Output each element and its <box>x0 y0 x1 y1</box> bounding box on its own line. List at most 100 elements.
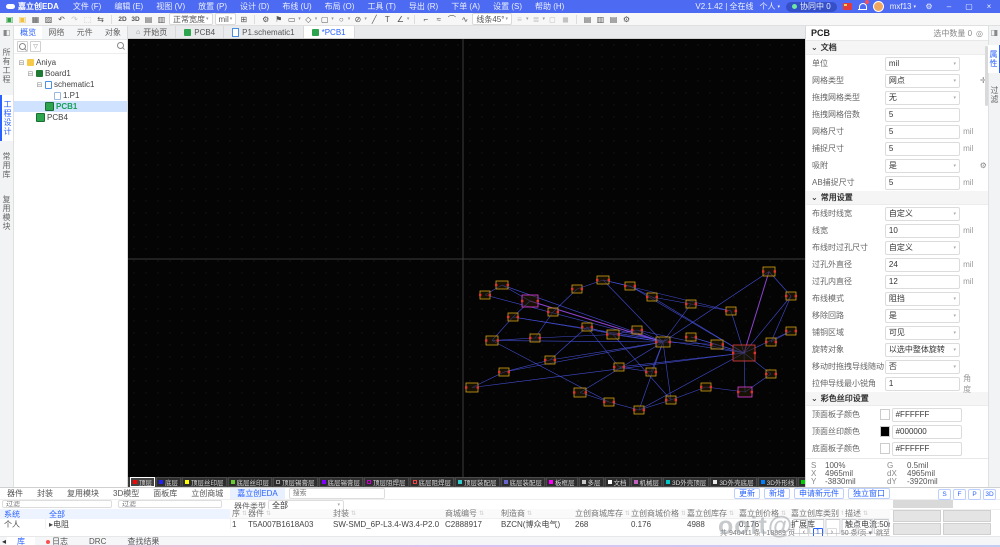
route-diff-button[interactable]: ≈ <box>433 14 444 25</box>
tree-expander-icon[interactable]: ⊟ <box>27 70 34 78</box>
roundrect-tool-button[interactable]: ▢ <box>319 14 330 25</box>
property-select[interactable]: 自定义▾ <box>885 207 960 221</box>
color-swatch[interactable] <box>880 426 890 437</box>
rect-tool-button[interactable]: ▭ <box>286 14 297 25</box>
symbol-preview[interactable] <box>893 510 941 522</box>
menu-route[interactable]: 布线 (U) <box>276 1 317 12</box>
column-header-立创商城库存[interactable]: 立创商城库存⇅ <box>573 509 629 518</box>
property-select[interactable]: 否▾ <box>885 360 960 374</box>
property-input[interactable]: 1 <box>885 377 960 391</box>
layer-底层装配层[interactable]: 底层装配层 <box>501 477 546 487</box>
line-tool-button[interactable]: ╱ <box>369 14 380 25</box>
tree-item-1.p1[interactable]: 1.P1 <box>14 90 127 101</box>
layer-板框层[interactable]: 板框层 <box>546 477 578 487</box>
app-logo[interactable]: 嘉立创EDA <box>0 1 67 12</box>
menu-view[interactable]: 视图 (V) <box>150 1 191 12</box>
ui-settings-button[interactable]: ⚙ <box>621 14 632 25</box>
class-电阻[interactable]: ▸ 电阻 <box>45 519 230 529</box>
layer-顶层丝印层[interactable]: 顶层丝印层 <box>182 477 227 487</box>
minimize-button[interactable]: – <box>942 2 956 11</box>
lcsc-mall-icon[interactable] <box>843 3 852 10</box>
library-tab-器件[interactable]: 器件 <box>0 488 30 499</box>
column-header-制造商[interactable]: 制造商⇅ <box>499 509 573 518</box>
pin-icon[interactable]: ◎ <box>976 29 983 38</box>
dimension-tool-button-dropdown[interactable]: ▾ <box>407 16 410 22</box>
menu-file[interactable]: 文件 (F) <box>67 1 107 12</box>
board-preview-button[interactable]: ▤ <box>143 14 154 25</box>
view-2d-button[interactable]: 2D <box>117 14 128 25</box>
align-button[interactable]: ≡ <box>514 14 525 25</box>
source-个人[interactable]: 个人 <box>0 519 45 529</box>
panel-bottom-toggle[interactable]: ▥ <box>595 14 606 25</box>
sort-icon[interactable]: ⇅ <box>351 510 356 517</box>
dock-button-独立窗口[interactable]: 独立窗口 <box>848 488 890 499</box>
tab-开始页[interactable]: ⌂开始页 <box>128 26 176 38</box>
property-select[interactable]: 网点▾ <box>885 74 960 88</box>
property-select[interactable]: mil▾ <box>885 57 960 71</box>
property-gutter-icon[interactable]: ⚙ <box>978 161 988 170</box>
roundrect-tool-button-dropdown[interactable]: ▾ <box>331 16 334 22</box>
tree-item-board1[interactable]: ⊟Board1 <box>14 68 127 79</box>
unlock-button[interactable]: ◼ <box>560 14 571 25</box>
layer-底层锡膏层[interactable]: 底层锡膏层 <box>319 477 364 487</box>
layer-底层阻焊层[interactable]: 底层阻焊层 <box>410 477 455 487</box>
property-select[interactable]: 是▾ <box>885 309 960 323</box>
menu-layout[interactable]: 布局 (O) <box>319 1 361 12</box>
column-header-封装[interactable]: 封装⇅ <box>331 509 443 518</box>
left-rail-常用库[interactable]: 常用库 <box>1 147 12 184</box>
menu-export[interactable]: 导出 (R) <box>403 1 444 12</box>
tree-item-aniya[interactable]: ⊟Aniya <box>14 57 127 68</box>
menu-settings[interactable]: 设置 (S) <box>487 1 528 12</box>
new-button[interactable]: ▣ <box>4 14 15 25</box>
sort-icon[interactable]: ⇅ <box>266 510 271 517</box>
property-select[interactable]: 可见▾ <box>885 326 960 340</box>
sort-icon[interactable]: ⇅ <box>527 510 532 517</box>
search-icon[interactable] <box>17 41 28 52</box>
wire-angle-select[interactable]: 线条45°▾ <box>472 13 512 25</box>
circle-tool-button[interactable]: ○ <box>336 14 347 25</box>
column-header-嘉立创价格[interactable]: 嘉立创价格⇅ <box>737 509 789 518</box>
property-input[interactable]: 5 <box>885 125 960 139</box>
tree-item-schematic1[interactable]: ⊟schematic1 <box>14 79 127 90</box>
menu-design[interactable]: 设计 (D) <box>234 1 275 12</box>
property-input[interactable]: 24 <box>885 258 960 272</box>
collapse-left-panel-icon[interactable]: ◧ <box>3 28 11 37</box>
section-常用设置[interactable]: ⌄常用设置 <box>806 191 988 205</box>
section-文档[interactable]: ⌄文档 <box>806 41 988 55</box>
layer-3D外壳底层[interactable]: 3D外壳底层 <box>710 477 756 487</box>
edition-select[interactable]: 个人▾ <box>760 1 781 12</box>
view-3d-button[interactable]: 3D <box>130 14 141 25</box>
titlebar-settings-gear-icon[interactable]: ⚙ <box>922 2 936 11</box>
class-全部[interactable]: 全部 <box>45 509 230 519</box>
restore-button[interactable]: ▢ <box>962 2 976 11</box>
dock-button-新增[interactable]: 新增 <box>764 488 790 499</box>
library-tab-封装[interactable]: 封装 <box>30 488 60 499</box>
align-button-dropdown[interactable]: ▾ <box>526 16 529 22</box>
polygon-tool-button[interactable]: ◇ <box>303 14 314 25</box>
distribute-button[interactable]: ≣ <box>530 14 541 25</box>
project-tab-对象[interactable]: 对象 <box>99 26 127 39</box>
close-button[interactable]: × <box>982 2 996 11</box>
property-input[interactable]: 5 <box>885 176 960 190</box>
search-icon-right[interactable] <box>117 42 124 51</box>
property-select[interactable]: 阻挡▾ <box>885 292 960 306</box>
property-input[interactable]: 12 <box>885 275 960 289</box>
filter-funnel-icon[interactable]: ▽ <box>30 41 41 52</box>
text-tool-button[interactable]: T <box>382 14 393 25</box>
property-input[interactable]: 10 <box>885 224 960 238</box>
sort-icon[interactable]: ⇅ <box>781 510 786 517</box>
layer-顶层阻焊层[interactable]: 顶层阻焊层 <box>364 477 409 487</box>
track-width-select[interactable]: 正常宽度▾ <box>169 13 213 25</box>
panel-right-toggle[interactable]: ▤ <box>608 14 619 25</box>
route-track-button[interactable]: ⌐ <box>420 14 431 25</box>
canvas-settings-button[interactable]: ⚙ <box>260 14 271 25</box>
tab-pcb1[interactable]: *PCB1 <box>304 26 355 38</box>
layer-顶层锡膏层[interactable]: 顶层锡膏层 <box>273 477 318 487</box>
origin-button[interactable]: ⚑ <box>273 14 284 25</box>
layer-底层丝印层[interactable]: 底层丝印层 <box>228 477 273 487</box>
cross-probe-button[interactable]: ⇆ <box>95 14 106 25</box>
unit-select[interactable]: mil▾ <box>215 13 237 25</box>
right-rail-过滤[interactable]: 过滤 <box>989 81 1000 109</box>
circle-tool-button-dropdown[interactable]: ▾ <box>348 16 351 22</box>
user-menu[interactable]: mxf13▾ <box>890 2 916 11</box>
